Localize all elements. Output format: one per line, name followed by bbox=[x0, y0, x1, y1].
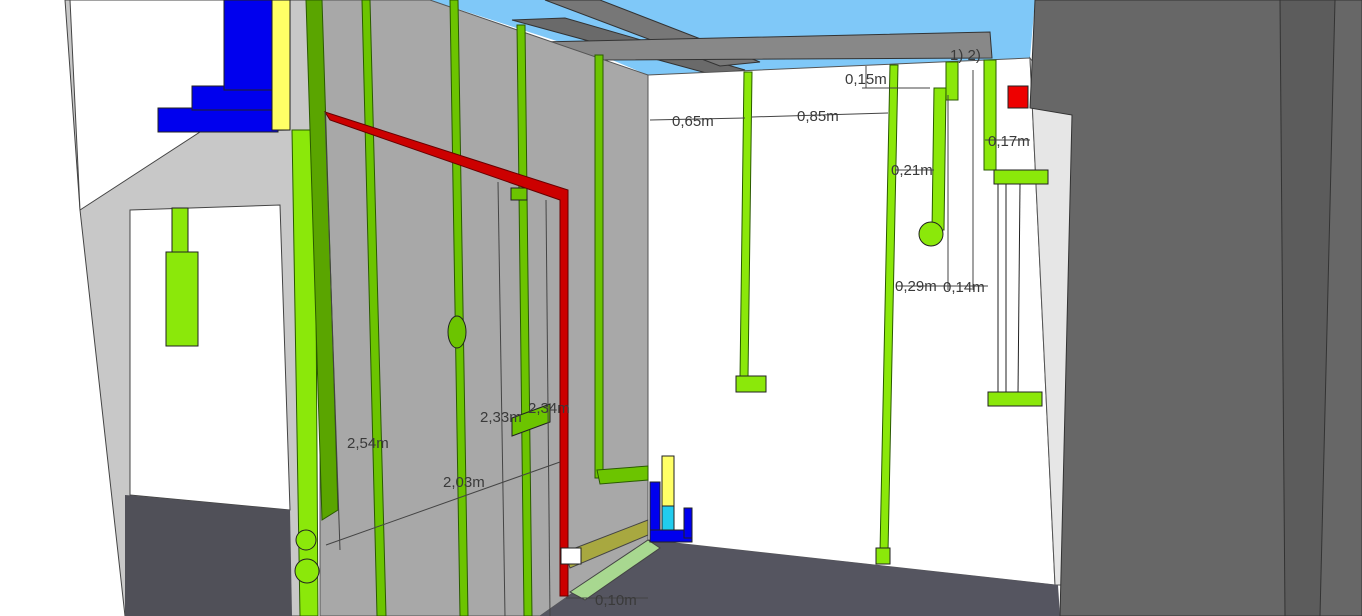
blue-block bbox=[223, 0, 279, 91]
back-pipe bbox=[983, 59, 997, 171]
dim-label-234: 2,34m bbox=[528, 400, 570, 417]
valve-circle bbox=[918, 221, 944, 247]
top-labels: 1) 2) bbox=[950, 47, 981, 64]
blue-block bbox=[157, 107, 279, 133]
dim-label-233: 2,33m bbox=[480, 409, 522, 426]
back-fitting bbox=[735, 375, 767, 393]
yellow-block bbox=[271, 0, 291, 131]
valve-oval bbox=[447, 315, 467, 349]
dim-label-021: 0,21m bbox=[891, 162, 933, 179]
supply-yellow bbox=[661, 455, 675, 509]
dim-label-065: 0,65m bbox=[672, 113, 714, 130]
wall-pipe bbox=[594, 54, 604, 479]
fitting-circle bbox=[295, 529, 317, 551]
dim-label-014: 0,14m bbox=[943, 279, 985, 296]
dim-label-254: 2,54m bbox=[347, 435, 389, 452]
back-fitting bbox=[875, 547, 891, 565]
left-floor bbox=[125, 495, 292, 616]
bathroom-plumbing-3d-view: 0,65m 0,85m 0,15m 0,17m 0,21m 0,29m 0,14… bbox=[64, 0, 1362, 616]
drain-cap bbox=[560, 547, 582, 565]
recess-pipe bbox=[171, 207, 189, 259]
back-pipe bbox=[945, 61, 959, 101]
pipe-bracket bbox=[510, 187, 528, 201]
supply-cyan bbox=[661, 505, 675, 531]
dim-label-029: 0,29m bbox=[895, 278, 937, 295]
dim-label-015: 0,15m bbox=[845, 71, 887, 88]
recess-fitting bbox=[165, 251, 199, 347]
fitting-circle bbox=[294, 558, 320, 584]
back-fitting bbox=[993, 169, 1049, 185]
back-fitting bbox=[987, 391, 1043, 407]
dim-label-085: 0,85m bbox=[797, 108, 839, 125]
dim-label-203: 2,03m bbox=[443, 474, 485, 491]
left-recess-wall bbox=[129, 204, 291, 511]
red-marker bbox=[1007, 85, 1029, 109]
supply-blue bbox=[683, 507, 693, 539]
back-pipe bbox=[931, 87, 947, 231]
dim-label-010: 0,10m bbox=[595, 592, 637, 609]
dim-label-017: 0,17m bbox=[988, 133, 1030, 150]
